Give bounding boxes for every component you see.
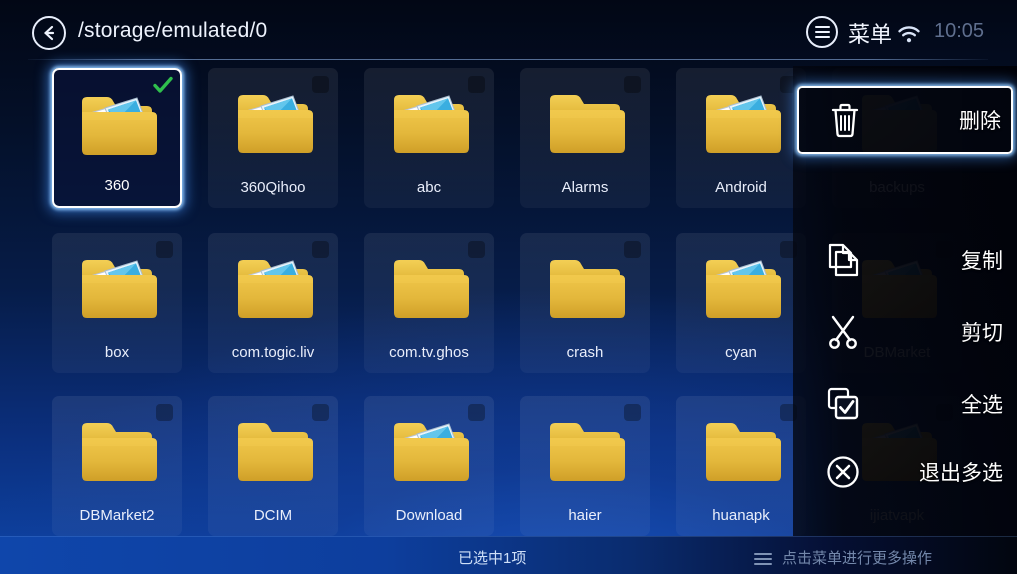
- folder-tile[interactable]: haier: [520, 396, 650, 536]
- folder-label: 360: [58, 177, 176, 194]
- folder-label: box: [56, 344, 178, 361]
- menu-button[interactable]: [806, 16, 838, 48]
- folder-tile[interactable]: 360Qihoo: [208, 68, 338, 208]
- folder-tile[interactable]: cyan: [676, 233, 806, 373]
- folder-tile[interactable]: com.tv.ghos: [364, 233, 494, 373]
- folder-tile[interactable]: Alarms: [520, 68, 650, 208]
- folder-label: 360Qihoo: [212, 179, 334, 196]
- folder-label: DCIM: [212, 507, 334, 524]
- menu-item-label: 退出多选: [919, 457, 1003, 487]
- folder-icon: [542, 84, 628, 165]
- folder-icon: [386, 412, 472, 493]
- folder-label: cyan: [680, 344, 802, 361]
- file-manager-screen: /storage/emulated/0 菜单 10:05: [0, 0, 1017, 574]
- menu-item-trash[interactable]: 删除: [797, 86, 1013, 154]
- folder-label: com.togic.liv: [212, 344, 334, 361]
- menu-item-label: 删除: [959, 105, 1001, 135]
- folder-tile[interactable]: DCIM: [208, 396, 338, 536]
- breadcrumb-path: /storage/emulated/0: [78, 19, 267, 43]
- folder-label: huanapk: [680, 507, 802, 524]
- menu-item-copy[interactable]: 复制: [793, 226, 1017, 294]
- folder-label: Download: [368, 507, 490, 524]
- back-button[interactable]: [32, 16, 66, 50]
- menu-item-label: 复制: [961, 245, 1003, 275]
- context-menu-panel: 删除 复制 剪切 全选 退出多选: [793, 66, 1017, 536]
- folder-icon: [230, 412, 316, 493]
- back-arrow-icon: [40, 24, 58, 42]
- hamburger-icon: [754, 550, 772, 568]
- folder-icon: [230, 249, 316, 330]
- folder-label: haier: [524, 507, 646, 524]
- folder-icon: [542, 249, 628, 330]
- folder-tile[interactable]: huanapk: [676, 396, 806, 536]
- selection-count: 已选中1项: [458, 547, 526, 568]
- menu-item-select-all[interactable]: 全选: [793, 370, 1017, 438]
- header-divider: [28, 59, 988, 60]
- wifi-icon: [897, 26, 921, 49]
- folder-tile[interactable]: com.togic.liv: [208, 233, 338, 373]
- folder-icon: [698, 412, 784, 493]
- folder-label: Alarms: [524, 179, 646, 196]
- menu-item-label: 剪切: [961, 317, 1003, 347]
- folder-tile[interactable]: 360: [52, 68, 182, 208]
- folder-icon: [74, 412, 160, 493]
- folder-label: Android: [680, 179, 802, 196]
- clock: 10:05: [934, 20, 984, 43]
- folder-tile[interactable]: Download: [364, 396, 494, 536]
- folder-tile[interactable]: Android: [676, 68, 806, 208]
- status-hint: 点击菜单进行更多操作: [782, 547, 932, 568]
- menu-item-scissors[interactable]: 剪切: [793, 298, 1017, 366]
- folder-tile[interactable]: DBMarket2: [52, 396, 182, 536]
- status-bar: 已选中1项 点击菜单进行更多操作: [0, 536, 1017, 574]
- copy-icon: [823, 238, 863, 282]
- folder-icon: [386, 249, 472, 330]
- folder-tile[interactable]: crash: [520, 233, 650, 373]
- folder-label: crash: [524, 344, 646, 361]
- select-all-icon: [823, 382, 863, 426]
- scissors-icon: [823, 310, 863, 354]
- folder-icon: [74, 86, 160, 167]
- folder-icon: [74, 249, 160, 330]
- folder-icon: [698, 84, 784, 165]
- hamburger-circle-icon: [815, 24, 830, 40]
- folder-label: com.tv.ghos: [368, 344, 490, 361]
- top-bar: /storage/emulated/0 菜单 10:05: [0, 0, 1017, 62]
- menu-label: 菜单: [848, 17, 892, 49]
- folder-icon: [386, 84, 472, 165]
- folder-icon: [542, 412, 628, 493]
- folder-tile[interactable]: abc: [364, 68, 494, 208]
- folder-label: DBMarket2: [56, 507, 178, 524]
- menu-item-label: 全选: [961, 389, 1003, 419]
- folder-label: abc: [368, 179, 490, 196]
- trash-icon: [825, 98, 865, 142]
- folder-icon: [230, 84, 316, 165]
- folder-icon: [698, 249, 784, 330]
- close-circle-icon: [823, 450, 863, 494]
- menu-item-close-circle[interactable]: 退出多选: [793, 438, 1017, 506]
- folder-tile[interactable]: box: [52, 233, 182, 373]
